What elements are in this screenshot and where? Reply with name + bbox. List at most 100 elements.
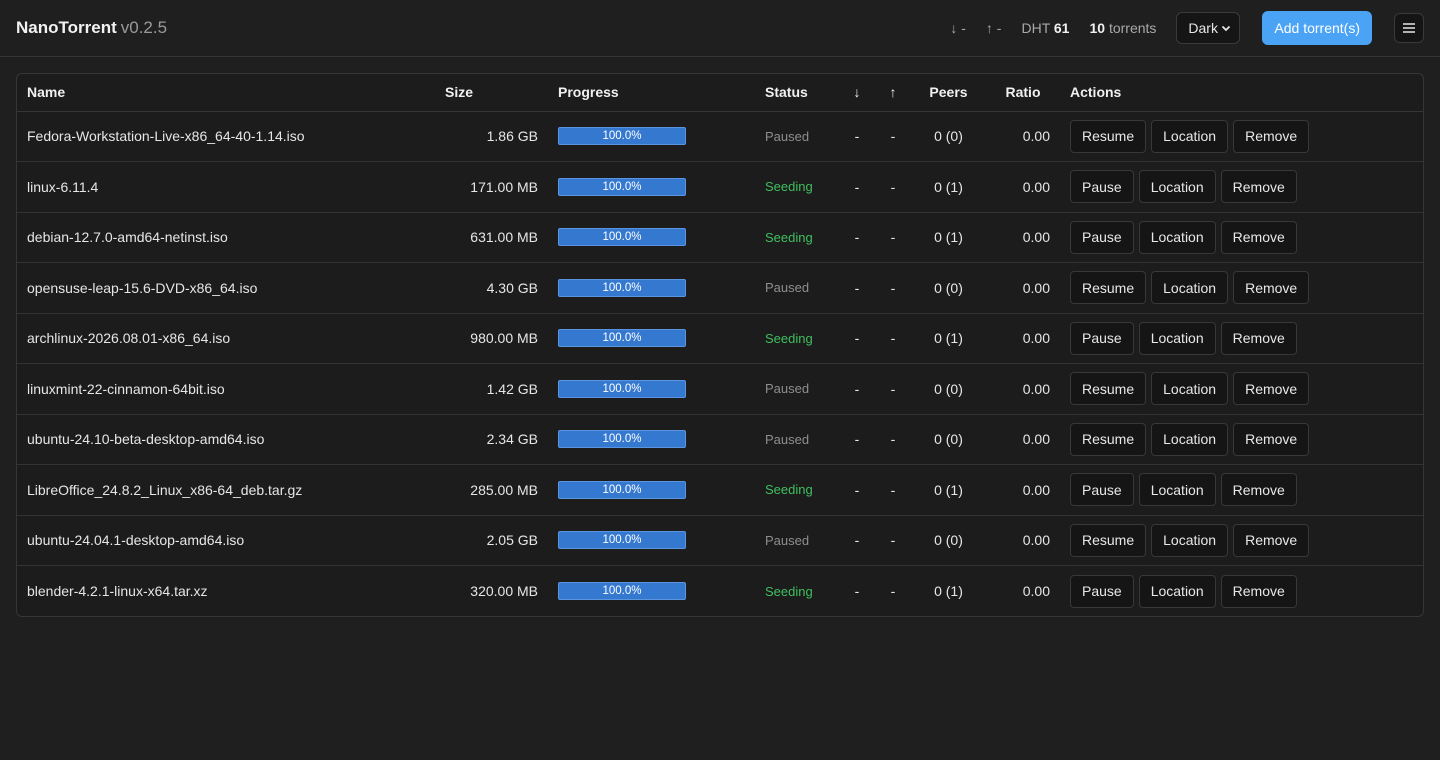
pause-button[interactable]: Pause	[1070, 220, 1134, 254]
remove-button[interactable]: Remove	[1233, 422, 1310, 456]
remove-button[interactable]: Remove	[1233, 119, 1310, 153]
action-buttons: Pause Location Remove	[1070, 220, 1415, 254]
torrent-size: 320.00 MB	[470, 583, 538, 599]
remove-button[interactable]: Remove	[1220, 170, 1297, 204]
chevron-down-icon	[1222, 25, 1231, 32]
torrent-download-rate: -	[839, 414, 875, 465]
torrent-size: 2.05 GB	[415, 515, 548, 566]
torrent-peers: 0 (0)	[911, 515, 986, 566]
torrent-download-rate: -	[839, 111, 875, 162]
table-row[interactable]: Fedora-Workstation-Live-x86_64-40-1.14.i…	[17, 111, 1423, 162]
column-header-actions: Actions	[1060, 74, 1423, 112]
column-header-peers[interactable]: Peers	[911, 74, 986, 112]
remove-button[interactable]: Remove	[1220, 473, 1297, 507]
table-row[interactable]: LibreOffice_24.8.2_Linux_x86-64_deb.tar.…	[17, 464, 1423, 516]
location-button[interactable]: Location	[1138, 473, 1216, 507]
torrent-progress: 100.0%	[548, 464, 755, 516]
table-row[interactable]: ubuntu-24.10-beta-desktop-amd64.iso 2.34…	[17, 414, 1423, 465]
torrent-peers: 0 (1)	[911, 464, 986, 516]
torrent-download-rate: -	[854, 583, 860, 599]
app-version: v0.2.5	[120, 18, 168, 37]
torrent-progress: 100.0%	[548, 212, 755, 263]
resume-button[interactable]: Resume	[1070, 372, 1147, 406]
resume-button[interactable]: Resume	[1070, 422, 1147, 456]
theme-select-value: Dark	[1188, 20, 1218, 36]
torrent-download-rate: -	[839, 464, 875, 516]
column-header-ratio[interactable]: Ratio	[986, 74, 1060, 112]
table-row[interactable]: linuxmint-22-cinnamon-64bit.iso 1.42 GB …	[17, 363, 1423, 415]
torrent-name: archlinux-2026.08.01-x86_64.iso	[17, 313, 415, 364]
column-header-progress[interactable]: Progress	[548, 74, 755, 112]
remove-button[interactable]: Remove	[1233, 372, 1310, 406]
torrent-size: 1.86 GB	[415, 111, 548, 162]
torrent-upload-rate: -	[875, 262, 911, 314]
remove-button[interactable]: Remove	[1233, 271, 1310, 305]
resume-button[interactable]: Resume	[1070, 523, 1147, 557]
torrent-size: 285.00 MB	[415, 464, 548, 516]
torrent-size: 631.00 MB	[415, 212, 548, 263]
progress-bar: 100.0%	[558, 177, 686, 196]
torrent-ratio: 0.00	[986, 464, 1060, 516]
torrent-size: 1.42 GB	[415, 363, 548, 415]
add-torrent-button[interactable]: Add torrent(s)	[1262, 11, 1372, 45]
hamburger-menu-icon	[1403, 23, 1415, 33]
torrent-ratio: 0.00	[986, 313, 1060, 364]
torrent-progress: 100.0%	[548, 515, 755, 566]
resume-button[interactable]: Resume	[1070, 271, 1147, 305]
column-header-name[interactable]: Name	[17, 74, 415, 112]
table-row[interactable]: opensuse-leap-15.6-DVD-x86_64.iso 4.30 G…	[17, 262, 1423, 314]
torrent-download-rate: -	[839, 363, 875, 415]
location-button[interactable]: Location	[1138, 170, 1216, 204]
progress-bar: 100.0%	[558, 430, 686, 449]
table-row[interactable]: archlinux-2026.08.01-x86_64.iso 980.00 M…	[17, 313, 1423, 364]
table-row[interactable]: linux-6.11.4 171.00 MB 100.0% Seeding - …	[17, 161, 1423, 213]
location-button[interactable]: Location	[1138, 574, 1216, 608]
action-buttons: Resume Location Remove	[1070, 372, 1415, 406]
torrent-peers: 0 (1)	[911, 161, 986, 213]
pause-button[interactable]: Pause	[1070, 473, 1134, 507]
remove-button[interactable]: Remove	[1233, 523, 1310, 557]
table-header-row: Name Size Progress Status ↓ ↑ Peers Rati…	[17, 74, 1423, 112]
location-button[interactable]: Location	[1138, 220, 1216, 254]
progress-label: 100.0%	[602, 433, 642, 446]
menu-button[interactable]	[1394, 13, 1424, 43]
table-row[interactable]: blender-4.2.1-linux-x64.tar.xz 320.00 MB…	[17, 566, 1423, 617]
column-header-status[interactable]: Status	[755, 74, 839, 112]
torrent-upload-rate: -	[875, 464, 911, 516]
table-row[interactable]: ubuntu-24.04.1-desktop-amd64.iso 2.05 GB…	[17, 515, 1423, 566]
location-button[interactable]: Location	[1151, 523, 1229, 557]
torrent-status: Seeding	[755, 161, 839, 213]
location-button[interactable]: Location	[1151, 271, 1229, 305]
torrent-status: Seeding	[755, 464, 839, 516]
pause-button[interactable]: Pause	[1070, 170, 1134, 204]
column-header-size[interactable]: Size	[415, 74, 548, 112]
dht-stat: DHT 61	[1021, 20, 1069, 36]
remove-button[interactable]: Remove	[1220, 574, 1297, 608]
location-button[interactable]: Location	[1151, 422, 1229, 456]
dht-label: DHT	[1021, 20, 1050, 36]
torrent-ratio: 0.00	[986, 515, 1060, 566]
torrent-actions: Pause Location Remove	[1060, 464, 1423, 516]
upload-rate: ↑ -	[985, 20, 1002, 36]
column-header-download[interactable]: ↓	[839, 74, 875, 112]
location-button[interactable]: Location	[1151, 372, 1229, 406]
torrent-progress: 100.0%	[548, 414, 755, 465]
resume-button[interactable]: Resume	[1070, 119, 1147, 153]
torrent-upload-rate: -	[875, 414, 911, 465]
torrent-ratio: 0.00	[986, 363, 1060, 415]
theme-select[interactable]: Dark	[1176, 12, 1241, 44]
location-button[interactable]: Location	[1138, 321, 1216, 355]
pause-button[interactable]: Pause	[1070, 321, 1134, 355]
table-row[interactable]: debian-12.7.0-amd64-netinst.iso 631.00 M…	[17, 212, 1423, 263]
progress-label: 100.0%	[602, 130, 642, 143]
torrent-peers: 0 (0)	[911, 262, 986, 314]
location-button[interactable]: Location	[1151, 119, 1229, 153]
action-buttons: Resume Location Remove	[1070, 271, 1415, 305]
remove-button[interactable]: Remove	[1220, 220, 1297, 254]
column-header-upload[interactable]: ↑	[875, 74, 911, 112]
pause-button[interactable]: Pause	[1070, 574, 1134, 608]
remove-button[interactable]: Remove	[1220, 321, 1297, 355]
torrent-actions: Pause Location Remove	[1060, 161, 1423, 213]
torrent-actions: Resume Location Remove	[1060, 515, 1423, 566]
torrent-download-rate: -	[839, 161, 875, 213]
